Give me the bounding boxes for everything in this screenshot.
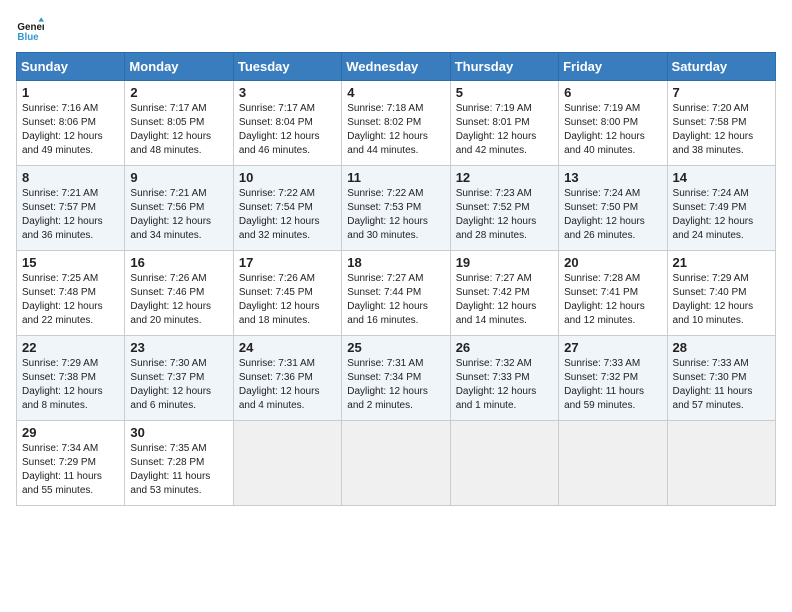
- table-row: 2Sunrise: 7:17 AMSunset: 8:05 PMDaylight…: [125, 81, 233, 166]
- table-row: 30Sunrise: 7:35 AMSunset: 7:28 PMDayligh…: [125, 421, 233, 506]
- calendar-header-row: Sunday Monday Tuesday Wednesday Thursday…: [17, 53, 776, 81]
- table-row: 22Sunrise: 7:29 AMSunset: 7:38 PMDayligh…: [17, 336, 125, 421]
- svg-text:Blue: Blue: [17, 32, 39, 43]
- calendar-week-2: 8Sunrise: 7:21 AMSunset: 7:57 PMDaylight…: [17, 166, 776, 251]
- table-row: 7Sunrise: 7:20 AMSunset: 7:58 PMDaylight…: [667, 81, 775, 166]
- table-row: 29Sunrise: 7:34 AMSunset: 7:29 PMDayligh…: [17, 421, 125, 506]
- table-row: 1Sunrise: 7:16 AMSunset: 8:06 PMDaylight…: [17, 81, 125, 166]
- table-row: 23Sunrise: 7:30 AMSunset: 7:37 PMDayligh…: [125, 336, 233, 421]
- table-row: 12Sunrise: 7:23 AMSunset: 7:52 PMDayligh…: [450, 166, 558, 251]
- table-row: [559, 421, 667, 506]
- table-row: 14Sunrise: 7:24 AMSunset: 7:49 PMDayligh…: [667, 166, 775, 251]
- table-row: [233, 421, 341, 506]
- table-row: [342, 421, 450, 506]
- table-row: 21Sunrise: 7:29 AMSunset: 7:40 PMDayligh…: [667, 251, 775, 336]
- calendar-week-5: 29Sunrise: 7:34 AMSunset: 7:29 PMDayligh…: [17, 421, 776, 506]
- table-row: 28Sunrise: 7:33 AMSunset: 7:30 PMDayligh…: [667, 336, 775, 421]
- col-saturday: Saturday: [667, 53, 775, 81]
- table-row: 25Sunrise: 7:31 AMSunset: 7:34 PMDayligh…: [342, 336, 450, 421]
- table-row: 13Sunrise: 7:24 AMSunset: 7:50 PMDayligh…: [559, 166, 667, 251]
- table-row: 18Sunrise: 7:27 AMSunset: 7:44 PMDayligh…: [342, 251, 450, 336]
- calendar-week-3: 15Sunrise: 7:25 AMSunset: 7:48 PMDayligh…: [17, 251, 776, 336]
- logo-icon: General Blue: [16, 16, 44, 44]
- page-header: General Blue: [16, 16, 776, 44]
- table-row: 15Sunrise: 7:25 AMSunset: 7:48 PMDayligh…: [17, 251, 125, 336]
- col-friday: Friday: [559, 53, 667, 81]
- calendar-week-1: 1Sunrise: 7:16 AMSunset: 8:06 PMDaylight…: [17, 81, 776, 166]
- table-row: 6Sunrise: 7:19 AMSunset: 8:00 PMDaylight…: [559, 81, 667, 166]
- table-row: 26Sunrise: 7:32 AMSunset: 7:33 PMDayligh…: [450, 336, 558, 421]
- logo: General Blue: [16, 16, 48, 44]
- table-row: 10Sunrise: 7:22 AMSunset: 7:54 PMDayligh…: [233, 166, 341, 251]
- col-monday: Monday: [125, 53, 233, 81]
- table-row: [667, 421, 775, 506]
- table-row: 24Sunrise: 7:31 AMSunset: 7:36 PMDayligh…: [233, 336, 341, 421]
- col-tuesday: Tuesday: [233, 53, 341, 81]
- calendar-week-4: 22Sunrise: 7:29 AMSunset: 7:38 PMDayligh…: [17, 336, 776, 421]
- table-row: [450, 421, 558, 506]
- table-row: 20Sunrise: 7:28 AMSunset: 7:41 PMDayligh…: [559, 251, 667, 336]
- table-row: 19Sunrise: 7:27 AMSunset: 7:42 PMDayligh…: [450, 251, 558, 336]
- table-row: 9Sunrise: 7:21 AMSunset: 7:56 PMDaylight…: [125, 166, 233, 251]
- table-row: 5Sunrise: 7:19 AMSunset: 8:01 PMDaylight…: [450, 81, 558, 166]
- table-row: 16Sunrise: 7:26 AMSunset: 7:46 PMDayligh…: [125, 251, 233, 336]
- calendar-table: Sunday Monday Tuesday Wednesday Thursday…: [16, 52, 776, 506]
- col-thursday: Thursday: [450, 53, 558, 81]
- table-row: 8Sunrise: 7:21 AMSunset: 7:57 PMDaylight…: [17, 166, 125, 251]
- table-row: 17Sunrise: 7:26 AMSunset: 7:45 PMDayligh…: [233, 251, 341, 336]
- table-row: 4Sunrise: 7:18 AMSunset: 8:02 PMDaylight…: [342, 81, 450, 166]
- col-wednesday: Wednesday: [342, 53, 450, 81]
- table-row: 27Sunrise: 7:33 AMSunset: 7:32 PMDayligh…: [559, 336, 667, 421]
- col-sunday: Sunday: [17, 53, 125, 81]
- table-row: 3Sunrise: 7:17 AMSunset: 8:04 PMDaylight…: [233, 81, 341, 166]
- table-row: 11Sunrise: 7:22 AMSunset: 7:53 PMDayligh…: [342, 166, 450, 251]
